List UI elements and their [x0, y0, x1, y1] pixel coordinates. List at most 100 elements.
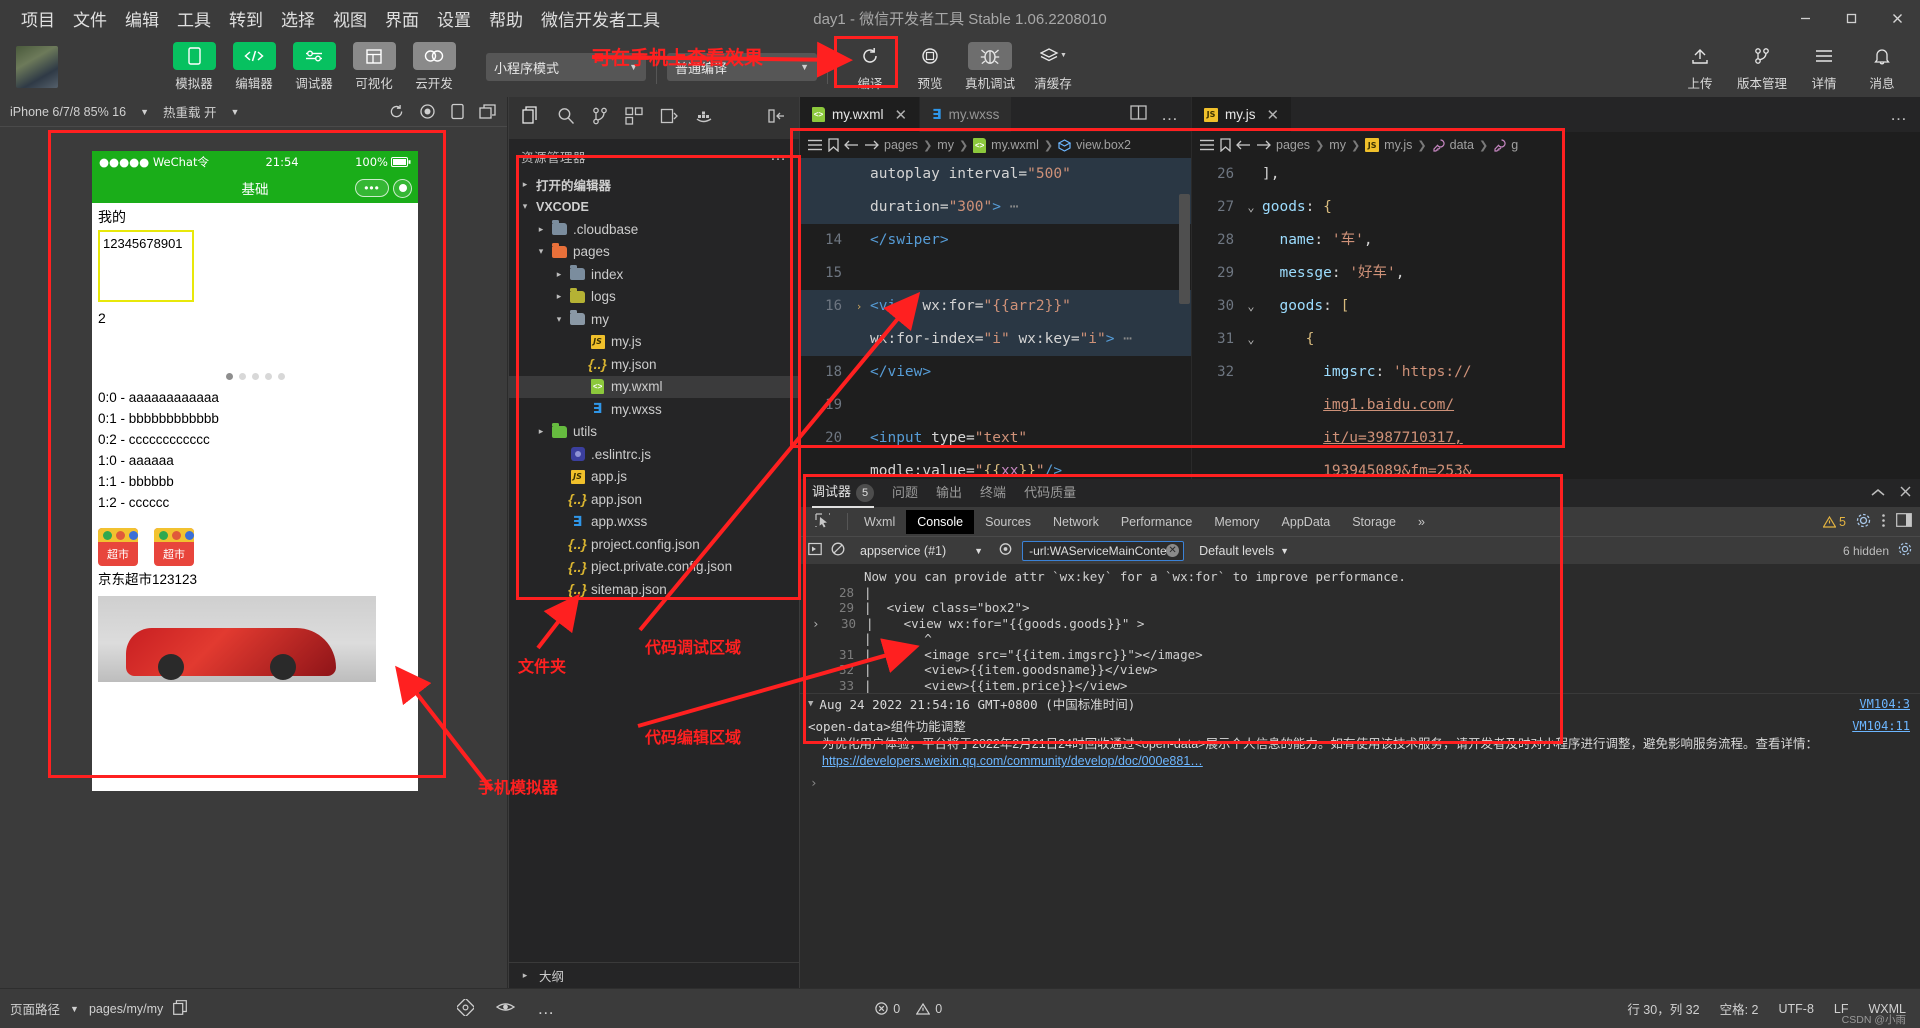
phone-simulator[interactable]: ●●●●● WeChat令 21:54 100% 基础 ••• 我的 12345…	[92, 151, 418, 791]
tool-cloud[interactable]: 云开发	[408, 42, 460, 92]
mode-select[interactable]: 小程序模式 ▼	[486, 53, 646, 81]
devtools-tab-wxml[interactable]: Wxml	[853, 510, 906, 534]
tree-root[interactable]: ▾ VXCODE	[509, 196, 799, 219]
console-eye-icon[interactable]	[998, 542, 1013, 559]
tree-item-utils[interactable]: ▸ utils	[509, 421, 799, 444]
menu-item-goto[interactable]: 转到	[220, 2, 272, 35]
outline-icon[interactable]	[808, 139, 823, 151]
back-icon[interactable]	[844, 139, 859, 151]
panel-tab-terminal[interactable]: 终端	[980, 482, 1006, 505]
console-level-select[interactable]: Default levels ▼	[1193, 542, 1295, 560]
tab-my-wxss[interactable]: ∃ my.wxss	[920, 97, 1013, 132]
tab-my-wxml[interactable]: <> my.wxml ✕	[800, 97, 921, 132]
console-prompt[interactable]: ›	[800, 772, 1920, 794]
bookmark-icon[interactable]	[1220, 138, 1231, 152]
breadcrumb-pages[interactable]: pages	[884, 138, 918, 152]
file-tree[interactable]: ▸ 打开的编辑器 ▾ VXCODE ▸ .cloudbase ▾ pages ▸…	[509, 173, 799, 962]
more-icon[interactable]: …	[1890, 105, 1908, 125]
detach-icon[interactable]	[479, 103, 497, 120]
editor-scrollbar-left[interactable]	[1177, 158, 1191, 479]
refresh-icon[interactable]	[388, 103, 405, 120]
menu-item-view[interactable]: 视图	[324, 2, 376, 35]
tree-item-index[interactable]: ▸ index	[509, 263, 799, 286]
warning-count-chip[interactable]: 0	[916, 1002, 942, 1016]
dock-icon[interactable]	[1896, 513, 1912, 530]
debug-icon[interactable]	[660, 107, 678, 130]
menu-item-settings[interactable]: 设置	[428, 2, 480, 35]
menu-item-edit[interactable]: 编辑	[116, 2, 168, 35]
console-group-row[interactable]: ▼ Aug 24 2022 21:54:16 GMT+0800 (中国标准时间)…	[800, 693, 1920, 716]
close-icon[interactable]	[1899, 485, 1912, 501]
extensions-icon[interactable]	[625, 106, 643, 130]
status-diagnostics[interactable]: 0 0	[875, 1002, 942, 1016]
tree-item-logs[interactable]: ▸ logs	[509, 286, 799, 309]
devtools-overflow-icon[interactable]: »	[1407, 510, 1436, 534]
split-editor-icon[interactable]	[1130, 104, 1147, 125]
code-content-wxml[interactable]: autoplay interval="500" duration="300"> …	[800, 158, 1191, 479]
settings-icon[interactable]	[455, 996, 476, 1019]
tab-my-js[interactable]: JS my.js ✕	[1192, 97, 1293, 132]
error-count-chip[interactable]: 0	[875, 1002, 900, 1016]
docker-icon[interactable]	[695, 108, 715, 129]
breadcrumb-pages[interactable]: pages	[1276, 138, 1310, 152]
breadcrumb-my[interactable]: my	[937, 138, 954, 152]
minimize-button[interactable]	[1782, 0, 1828, 37]
code-content-js[interactable]: 26], 27 ⌄ goods: { 28 name: '车', 29 messge…	[1192, 158, 1920, 479]
capsule-buttons[interactable]: •••	[355, 178, 412, 198]
forward-icon[interactable]	[864, 139, 879, 151]
tool-debugger[interactable]: 调试器	[288, 42, 340, 92]
devtools-tab-console[interactable]: Console	[906, 509, 975, 534]
action-preview[interactable]: 预览	[902, 42, 958, 92]
action-details[interactable]: 详情	[1796, 42, 1852, 92]
devtools-tab-network[interactable]: Network	[1042, 510, 1110, 534]
settings-icon[interactable]	[1856, 513, 1871, 531]
copy-icon[interactable]	[173, 999, 188, 1018]
tool-visual[interactable]: 可视化	[348, 42, 400, 92]
tree-item-sitemap[interactable]: {..} sitemap.json	[509, 578, 799, 601]
devtools-tab-sources[interactable]: Sources	[974, 510, 1042, 534]
tree-item-my-wxml[interactable]: <> my.wxml	[509, 375, 799, 398]
forward-icon[interactable]	[1256, 139, 1271, 151]
action-realdevice-debug[interactable]: 真机调试	[962, 42, 1018, 92]
console-context-select[interactable]: appservice (#1) ▼	[854, 542, 989, 560]
console-output[interactable]: Now you can provide attr `wx:key` for a …	[800, 564, 1920, 988]
collapse-icon[interactable]	[1871, 486, 1885, 501]
panel-tab-problems[interactable]: 问题	[892, 482, 918, 505]
maximize-button[interactable]	[1828, 0, 1874, 37]
hot-reload-toggle[interactable]: 热重载 开	[163, 102, 216, 121]
console-execute-icon[interactable]	[808, 542, 822, 559]
devtools-tab-appdata[interactable]: AppData	[1271, 510, 1342, 534]
menu-item-tools[interactable]: 工具	[168, 2, 220, 35]
notice-link[interactable]: https://developers.weixin.qq.com/communi…	[822, 754, 1203, 768]
breadcrumb-symbol2[interactable]: g	[1511, 138, 1518, 152]
tree-item-my-json[interactable]: {..} my.json	[509, 353, 799, 376]
tree-item-app-wxss[interactable]: ∃ app.wxss	[509, 511, 799, 534]
action-messages[interactable]: 消息	[1854, 42, 1910, 92]
clear-filter-icon[interactable]: ✕	[1166, 544, 1180, 557]
device-select[interactable]: iPhone 6/7/8 85% 16	[10, 105, 126, 119]
outline-icon[interactable]	[1200, 139, 1215, 151]
cursor-position[interactable]: 行 30，列 32	[1627, 999, 1699, 1018]
menu-item-project[interactable]: 项目	[12, 2, 64, 35]
tree-item-eslintrc[interactable]: .eslintrc.js	[509, 443, 799, 466]
collapse-icon[interactable]	[768, 108, 786, 129]
avatar[interactable]	[16, 46, 58, 88]
more-capsule-icon[interactable]: •••	[355, 179, 389, 197]
search-icon[interactable]	[557, 107, 575, 130]
encoding[interactable]: UTF-8	[1778, 1002, 1813, 1016]
menu-item-interface[interactable]: 界面	[376, 2, 428, 35]
tree-item-app-js[interactable]: JS app.js	[509, 466, 799, 489]
action-upload[interactable]: 上传	[1672, 42, 1728, 92]
back-icon[interactable]	[1236, 139, 1251, 151]
swiper-indicator[interactable]	[98, 373, 412, 380]
chevron-down-icon[interactable]: ▼	[140, 107, 149, 117]
chevron-down-icon[interactable]: ▼	[230, 107, 239, 117]
tree-item-my[interactable]: ▾ my	[509, 308, 799, 331]
panel-tab-codequality[interactable]: 代码质量	[1024, 482, 1076, 505]
console-settings-icon[interactable]	[1898, 542, 1912, 559]
page-path-value[interactable]: pages/my/my	[89, 1002, 163, 1016]
clear-console-icon[interactable]	[831, 542, 845, 559]
warning-indicator[interactable]: 5	[1823, 515, 1846, 529]
tool-editor[interactable]: 编辑器	[228, 42, 280, 92]
close-button[interactable]	[1874, 0, 1920, 37]
